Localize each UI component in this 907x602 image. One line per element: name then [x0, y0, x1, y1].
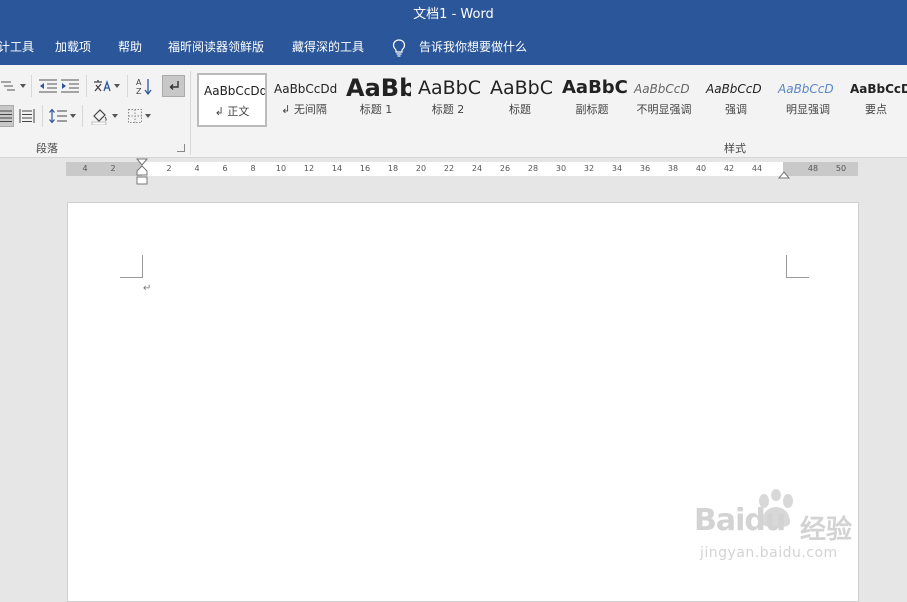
sort-button[interactable]: A Z	[132, 75, 156, 97]
ruler-number: 10	[275, 164, 287, 173]
ruler-number: 36	[639, 164, 651, 173]
style-heading-2[interactable]: AaBbC 标题 2	[413, 73, 483, 127]
tab-design-tools[interactable]: 设计工具	[0, 30, 34, 65]
svg-text:Z: Z	[136, 87, 142, 95]
ruler-number: 32	[583, 164, 595, 173]
paragraph-dialog-launcher[interactable]	[177, 144, 185, 152]
separator	[127, 75, 128, 97]
watermark-logo: Baidu	[694, 503, 786, 538]
tab-addins[interactable]: 加载项	[55, 30, 91, 65]
decrease-indent-button[interactable]	[37, 75, 59, 97]
style-emphasis[interactable]: AaBbCcD 强调	[701, 73, 771, 127]
sort-az-icon: A Z	[136, 78, 152, 95]
ruler-number: 48	[807, 164, 819, 173]
line-spacing-icon	[48, 108, 67, 124]
align-justify-icon	[0, 110, 12, 122]
tell-me-search[interactable]: 告诉我你想要做什么	[419, 30, 527, 65]
tab-foxit-reader[interactable]: 福昕阅读器领鲜版	[168, 30, 264, 65]
separator	[86, 75, 87, 97]
ruler-number: 28	[527, 164, 539, 173]
paragraph-mark: ↵	[143, 283, 152, 294]
margin-corner-top-left	[120, 255, 143, 278]
ruler-number: 14	[331, 164, 343, 173]
ruler-number: 50	[835, 164, 847, 173]
separator	[42, 105, 43, 127]
chinese-layout-icon	[93, 79, 111, 92]
ruler-number: 2	[166, 164, 172, 173]
ruler-number: 24	[471, 164, 483, 173]
shading-button[interactable]	[88, 105, 120, 127]
ruler-number: 38	[667, 164, 679, 173]
chinese-layout-button[interactable]	[91, 75, 121, 97]
ruler-number: 30	[555, 164, 567, 173]
multilevel-list-button[interactable]	[0, 75, 26, 97]
distributed-align-icon	[19, 109, 35, 123]
style-strong[interactable]: AaBbCcDd 要点	[845, 73, 907, 127]
show-paragraph-marks-button[interactable]	[162, 75, 185, 97]
ruler-number: 18	[387, 164, 399, 173]
ribbon: A Z 段落 AaBbCcDd ↲ 正文 AaBbCcDd ↲ 无间隔 AaBb…	[0, 65, 907, 158]
ruler-number: 44	[751, 164, 763, 173]
ruler-number: 8	[250, 164, 256, 173]
horizontal-ruler[interactable]: 4 2 2 4 6 8 10 12 14 16 18 20 22 24 26 2…	[66, 162, 858, 176]
svg-text:A: A	[136, 78, 142, 87]
style-heading-1[interactable]: AaBb 标题 1	[341, 73, 411, 127]
separator	[82, 105, 83, 127]
ruler-number: 20	[415, 164, 427, 173]
ruler-number: 6	[222, 164, 228, 173]
ruler-number: 42	[723, 164, 735, 173]
ruler-number: 4	[194, 164, 200, 173]
title-bar: 文档1 - Word	[0, 0, 907, 30]
watermark: Baidu 经验 jingyan.baidu.com	[694, 489, 874, 574]
increase-indent-icon	[61, 79, 79, 93]
watermark-url: jingyan.baidu.com	[700, 545, 838, 561]
ruler-number: 22	[443, 164, 455, 173]
separator	[190, 71, 191, 155]
tab-hidden-tools[interactable]: 藏得深的工具	[292, 30, 364, 65]
ruler-number: 12	[303, 164, 315, 173]
lightbulb-icon[interactable]	[392, 39, 406, 57]
ruler-text-area	[142, 162, 783, 176]
ruler-number: 4	[82, 164, 88, 173]
paragraph-group-label: 段落	[36, 142, 58, 155]
ruler-number: 40	[695, 164, 707, 173]
align-justify-button[interactable]	[0, 105, 14, 127]
style-intense-emphasis[interactable]: AaBbCcD 明显强调	[773, 73, 843, 127]
borders-icon	[127, 109, 142, 123]
indent-marker-icon[interactable]	[136, 158, 148, 186]
ribbon-tab-bar: 设计工具 加载项 帮助 福昕阅读器领鲜版 藏得深的工具 告诉我你想要做什么	[0, 30, 907, 65]
paragraph-mark-icon	[169, 81, 179, 90]
ruler-number: 34	[611, 164, 623, 173]
borders-button[interactable]	[124, 105, 154, 127]
style-title[interactable]: AaBbC 标题	[485, 73, 555, 127]
paint-bucket-icon	[91, 109, 107, 125]
styles-group-label: 样式	[724, 142, 746, 155]
separator	[31, 75, 32, 97]
ruler-number: 26	[499, 164, 511, 173]
window-title: 文档1 - Word	[413, 7, 494, 22]
style-subtitle[interactable]: AaBbC 副标题	[557, 73, 627, 127]
multilevel-list-icon	[0, 81, 15, 91]
decrease-indent-icon	[39, 79, 57, 93]
style-normal[interactable]: AaBbCcDd ↲ 正文	[197, 73, 267, 127]
style-no-spacing[interactable]: AaBbCcDd ↲ 无间隔	[269, 73, 339, 127]
ruler-number: 2	[110, 164, 116, 173]
right-indent-marker-icon[interactable]	[778, 169, 790, 179]
watermark-cn: 经验	[800, 515, 853, 545]
margin-corner-top-right	[786, 255, 809, 278]
increase-indent-button[interactable]	[59, 75, 81, 97]
ruler-number: 16	[359, 164, 371, 173]
tab-help[interactable]: 帮助	[118, 30, 142, 65]
line-spacing-button[interactable]	[47, 105, 77, 127]
style-subtle-emphasis[interactable]: AaBbCcD 不明显强调	[629, 73, 699, 127]
distributed-align-button[interactable]	[16, 105, 38, 127]
